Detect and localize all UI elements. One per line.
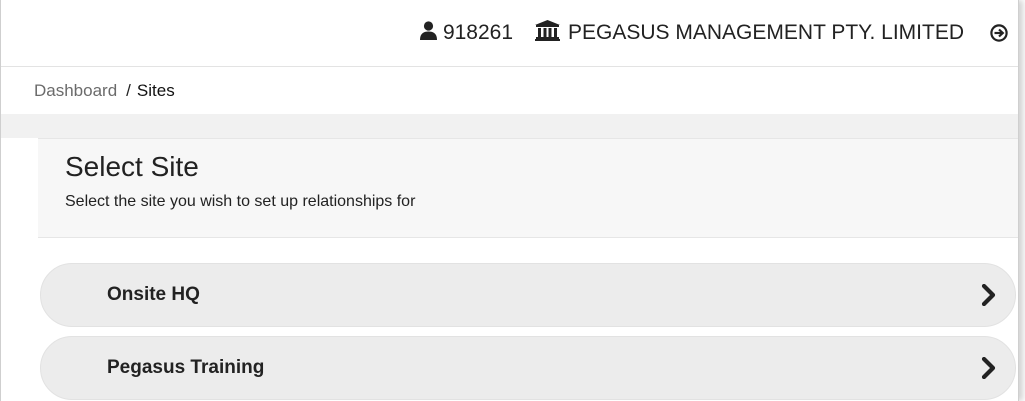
breadcrumb-dashboard-link[interactable]: Dashboard xyxy=(34,81,117,101)
app-window: 918261 PEGASUS MANAGEMENT PTY. LIMITED D… xyxy=(0,0,1019,401)
top-header: 918261 PEGASUS MANAGEMENT PTY. LIMITED xyxy=(1,0,1018,66)
user-info[interactable]: 918261 xyxy=(419,20,514,46)
breadcrumb-separator: / xyxy=(126,80,131,100)
company-info[interactable]: PEGASUS MANAGEMENT PTY. LIMITED xyxy=(535,19,964,47)
breadcrumb: Dashboard / Sites xyxy=(1,67,1018,114)
logout-icon[interactable] xyxy=(990,24,1008,42)
page-subtitle: Select the site you wish to set up relat… xyxy=(65,193,416,210)
chevron-right-icon xyxy=(981,357,997,379)
select-site-panel: Select Site Select the site you wish to … xyxy=(38,138,1018,238)
site-list: Onsite HQ Pegasus Training xyxy=(40,263,1016,400)
site-name: Onsite HQ xyxy=(107,284,200,305)
company-name: PEGASUS MANAGEMENT PTY. LIMITED xyxy=(568,21,964,44)
chevron-right-icon xyxy=(981,284,997,306)
site-item-pegasus-training[interactable]: Pegasus Training xyxy=(40,336,1016,400)
page-title: Select Site xyxy=(65,151,199,182)
site-name: Pegasus Training xyxy=(107,357,265,378)
bank-icon xyxy=(535,19,568,47)
content-band xyxy=(1,114,1018,138)
user-id: 918261 xyxy=(442,21,514,44)
breadcrumb-current: Sites xyxy=(136,80,175,100)
site-item-onsite-hq[interactable]: Onsite HQ xyxy=(40,263,1016,327)
user-icon xyxy=(419,20,443,46)
